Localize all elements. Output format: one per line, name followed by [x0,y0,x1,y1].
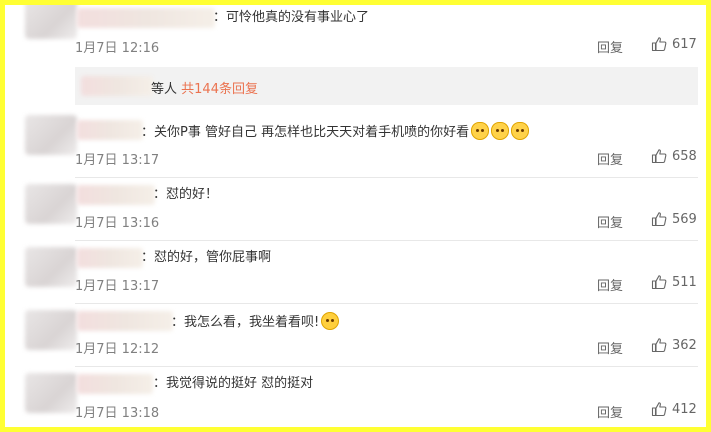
like-button[interactable]: 511 [651,274,697,290]
sub-reply-summary: 等人 共144条回复 [75,67,698,105]
username[interactable] [77,248,143,268]
comment-time: 1月7日 12:16 [75,41,160,56]
kiss-face-emoji-icon [321,312,340,330]
reply-button[interactable]: 回复 [597,37,623,56]
comment-text: ：可怜他真的没有事业心了 [213,10,370,25]
sub-reply-text: 等人 共144条回复 [151,78,258,97]
reply-button[interactable]: 回复 [597,149,623,168]
username[interactable] [77,374,153,394]
like-count: 511 [672,274,697,290]
like-count: 617 [672,36,697,52]
like-button[interactable]: 412 [651,401,697,417]
comment-text-body: ：关你P事 管好自己 再怎样也比天天对着手机喷的你好看 [141,125,470,140]
comment-text: ：怼的好，管你屁事啊 [141,250,272,265]
username[interactable] [77,8,215,28]
divider [75,303,698,304]
sub-reply-usernames [81,76,153,96]
reply-button[interactable]: 回复 [597,402,623,421]
avatar[interactable] [25,184,77,224]
comment-text: ：我觉得说的挺好 怼的挺对 [153,376,314,391]
view-all-replies-link[interactable]: 共144条回复 [181,82,258,97]
comment-text: ：我怎么看，我坐着看呗! [171,312,340,332]
like-button[interactable]: 658 [651,148,697,164]
comment-time: 1月7日 12:12 [75,342,160,357]
username[interactable] [77,120,143,140]
like-count: 658 [672,148,697,164]
avatar[interactable] [25,247,77,287]
like-button[interactable]: 617 [651,36,697,52]
like-button[interactable]: 362 [651,337,697,353]
comment-text: ：怼的好！ [153,187,219,202]
like-count: 362 [672,337,697,353]
username[interactable] [77,311,173,331]
comment-time: 1月7日 13:16 [75,216,160,231]
divider [75,177,698,178]
thumbs-up-icon [651,338,667,353]
comment-time: 1月7日 13:17 [75,153,160,168]
username[interactable] [77,185,155,205]
cat-face-emoji-icon [471,122,490,140]
thumbs-up-icon [651,212,667,227]
thumbs-up-icon [651,275,667,290]
reply-button[interactable]: 回复 [597,275,623,294]
divider [75,240,698,241]
comment-time: 1月7日 13:18 [75,406,160,421]
like-count: 569 [672,211,697,227]
avatar[interactable] [25,5,77,39]
like-count: 412 [672,401,697,417]
divider [75,366,698,367]
comment-text: ：关你P事 管好自己 再怎样也比天天对着手机喷的你好看 [141,122,530,142]
cat-face-emoji-icon [491,122,510,140]
avatar[interactable] [25,310,77,350]
comment-text-body: ：我怎么看，我坐着看呗! [171,315,320,330]
thumbs-up-icon [651,149,667,164]
cat-face-emoji-icon [511,122,530,140]
comment-time: 1月7日 13:17 [75,279,160,294]
thumbs-up-icon [651,402,667,417]
avatar[interactable] [25,115,77,155]
thumbs-up-icon [651,37,667,52]
reply-button[interactable]: 回复 [597,212,623,231]
comment-list: ：可怜他真的没有事业心了 1月7日 12:16 回复 617 等人 共144条回… [5,5,706,427]
avatar[interactable] [25,373,77,413]
reply-button[interactable]: 回复 [597,338,623,357]
like-button[interactable]: 569 [651,211,697,227]
sub-reply-prefix: 等人 [151,82,178,97]
